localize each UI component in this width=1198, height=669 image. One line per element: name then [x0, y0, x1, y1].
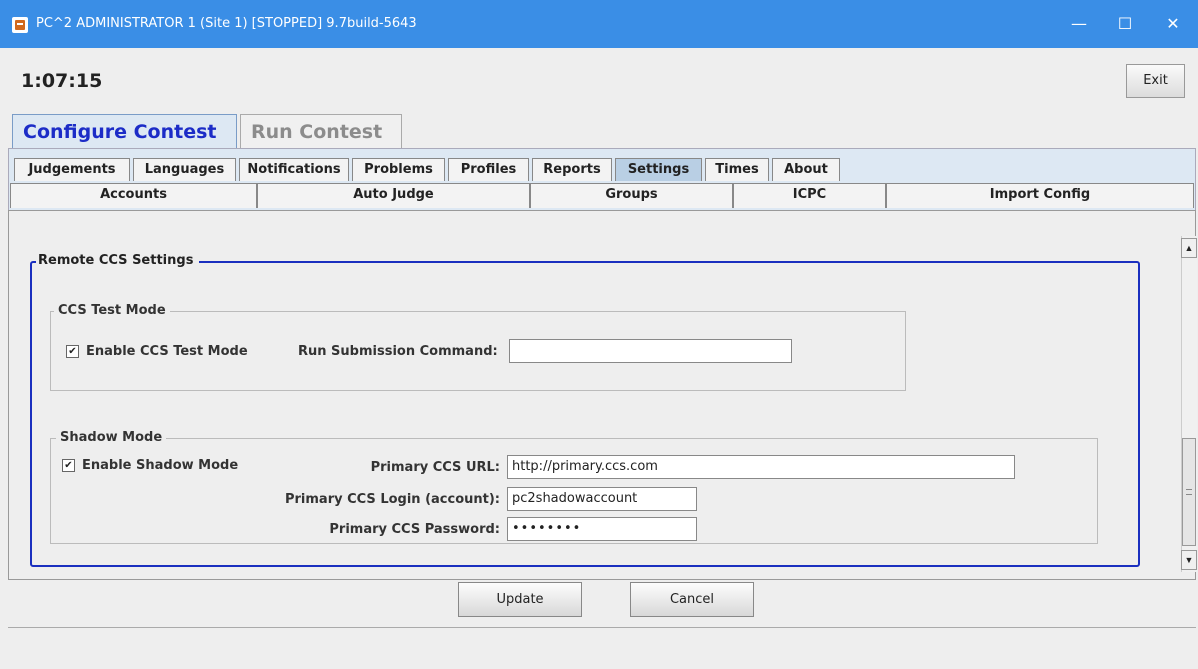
window-title: PC^2 ADMINISTRATOR 1 (Site 1) [STOPPED] …	[36, 16, 417, 31]
exit-button[interactable]: Exit	[1126, 64, 1185, 98]
update-label: Update	[496, 592, 544, 607]
exit-label: Exit	[1143, 73, 1168, 88]
tab-import-config[interactable]: Import Config	[886, 183, 1194, 208]
enable-shadow-mode-label[interactable]: Enable Shadow Mode	[82, 458, 238, 473]
title-bar: PC^2 ADMINISTRATOR 1 (Site 1) [STOPPED] …	[0, 0, 1198, 48]
enable-ccs-test-mode-label[interactable]: Enable CCS Test Mode	[86, 344, 248, 359]
tab-groups[interactable]: Groups	[530, 183, 733, 208]
tab-accounts[interactable]: Accounts	[10, 183, 257, 208]
primary-ccs-password-input[interactable]: ••••••••	[507, 517, 697, 541]
tab-problems[interactable]: Problems	[352, 158, 445, 181]
tab-notifications[interactable]: Notifications	[239, 158, 349, 181]
cancel-button[interactable]: Cancel	[630, 582, 754, 617]
tab-languages[interactable]: Languages	[133, 158, 236, 181]
maximize-button[interactable]: ☐	[1102, 0, 1148, 48]
status-bar	[8, 627, 1196, 667]
ccs-test-mode-title: CCS Test Mode	[54, 303, 170, 318]
contest-clock: 1:07:15	[21, 70, 103, 92]
tab-icpc[interactable]: ICPC	[733, 183, 886, 208]
minimize-button[interactable]: —	[1056, 0, 1102, 48]
primary-ccs-login-input[interactable]: pc2shadowaccount	[507, 487, 697, 511]
close-button[interactable]: ✕	[1150, 0, 1196, 48]
primary-ccs-password-label: Primary CCS Password:	[329, 522, 500, 537]
enable-ccs-test-mode-checkbox[interactable]: ✔	[66, 345, 79, 358]
run-submission-command-input[interactable]	[509, 339, 792, 363]
shadow-mode-title: Shadow Mode	[56, 430, 167, 445]
tab-auto-judge[interactable]: Auto Judge	[257, 183, 530, 208]
scroll-down-arrow-icon[interactable]: ▼	[1181, 550, 1197, 570]
tab-run-contest[interactable]: Run Contest	[240, 114, 402, 148]
primary-ccs-url-label: Primary CCS URL:	[370, 460, 500, 475]
tab-reports[interactable]: Reports	[532, 158, 612, 181]
primary-ccs-url-input[interactable]: http://primary.ccs.com	[507, 455, 1015, 479]
tab-times[interactable]: Times	[705, 158, 769, 181]
run-submission-command-label: Run Submission Command:	[298, 344, 498, 359]
scroll-up-arrow-icon[interactable]: ▲	[1181, 238, 1197, 258]
remote-ccs-settings-title: Remote CCS Settings	[36, 253, 200, 268]
scroll-thumb[interactable]	[1182, 438, 1196, 546]
tab-judgements[interactable]: Judgements	[14, 158, 130, 181]
java-app-icon	[12, 17, 28, 33]
tab-settings[interactable]: Settings	[615, 158, 702, 181]
tab-profiles[interactable]: Profiles	[448, 158, 529, 181]
enable-shadow-mode-checkbox[interactable]: ✔	[62, 459, 75, 472]
tab-about[interactable]: About	[772, 158, 840, 181]
update-button[interactable]: Update	[458, 582, 582, 617]
primary-ccs-login-label: Primary CCS Login (account):	[284, 492, 500, 507]
cancel-label: Cancel	[669, 592, 715, 607]
tab-configure-contest[interactable]: Configure Contest	[12, 114, 237, 148]
